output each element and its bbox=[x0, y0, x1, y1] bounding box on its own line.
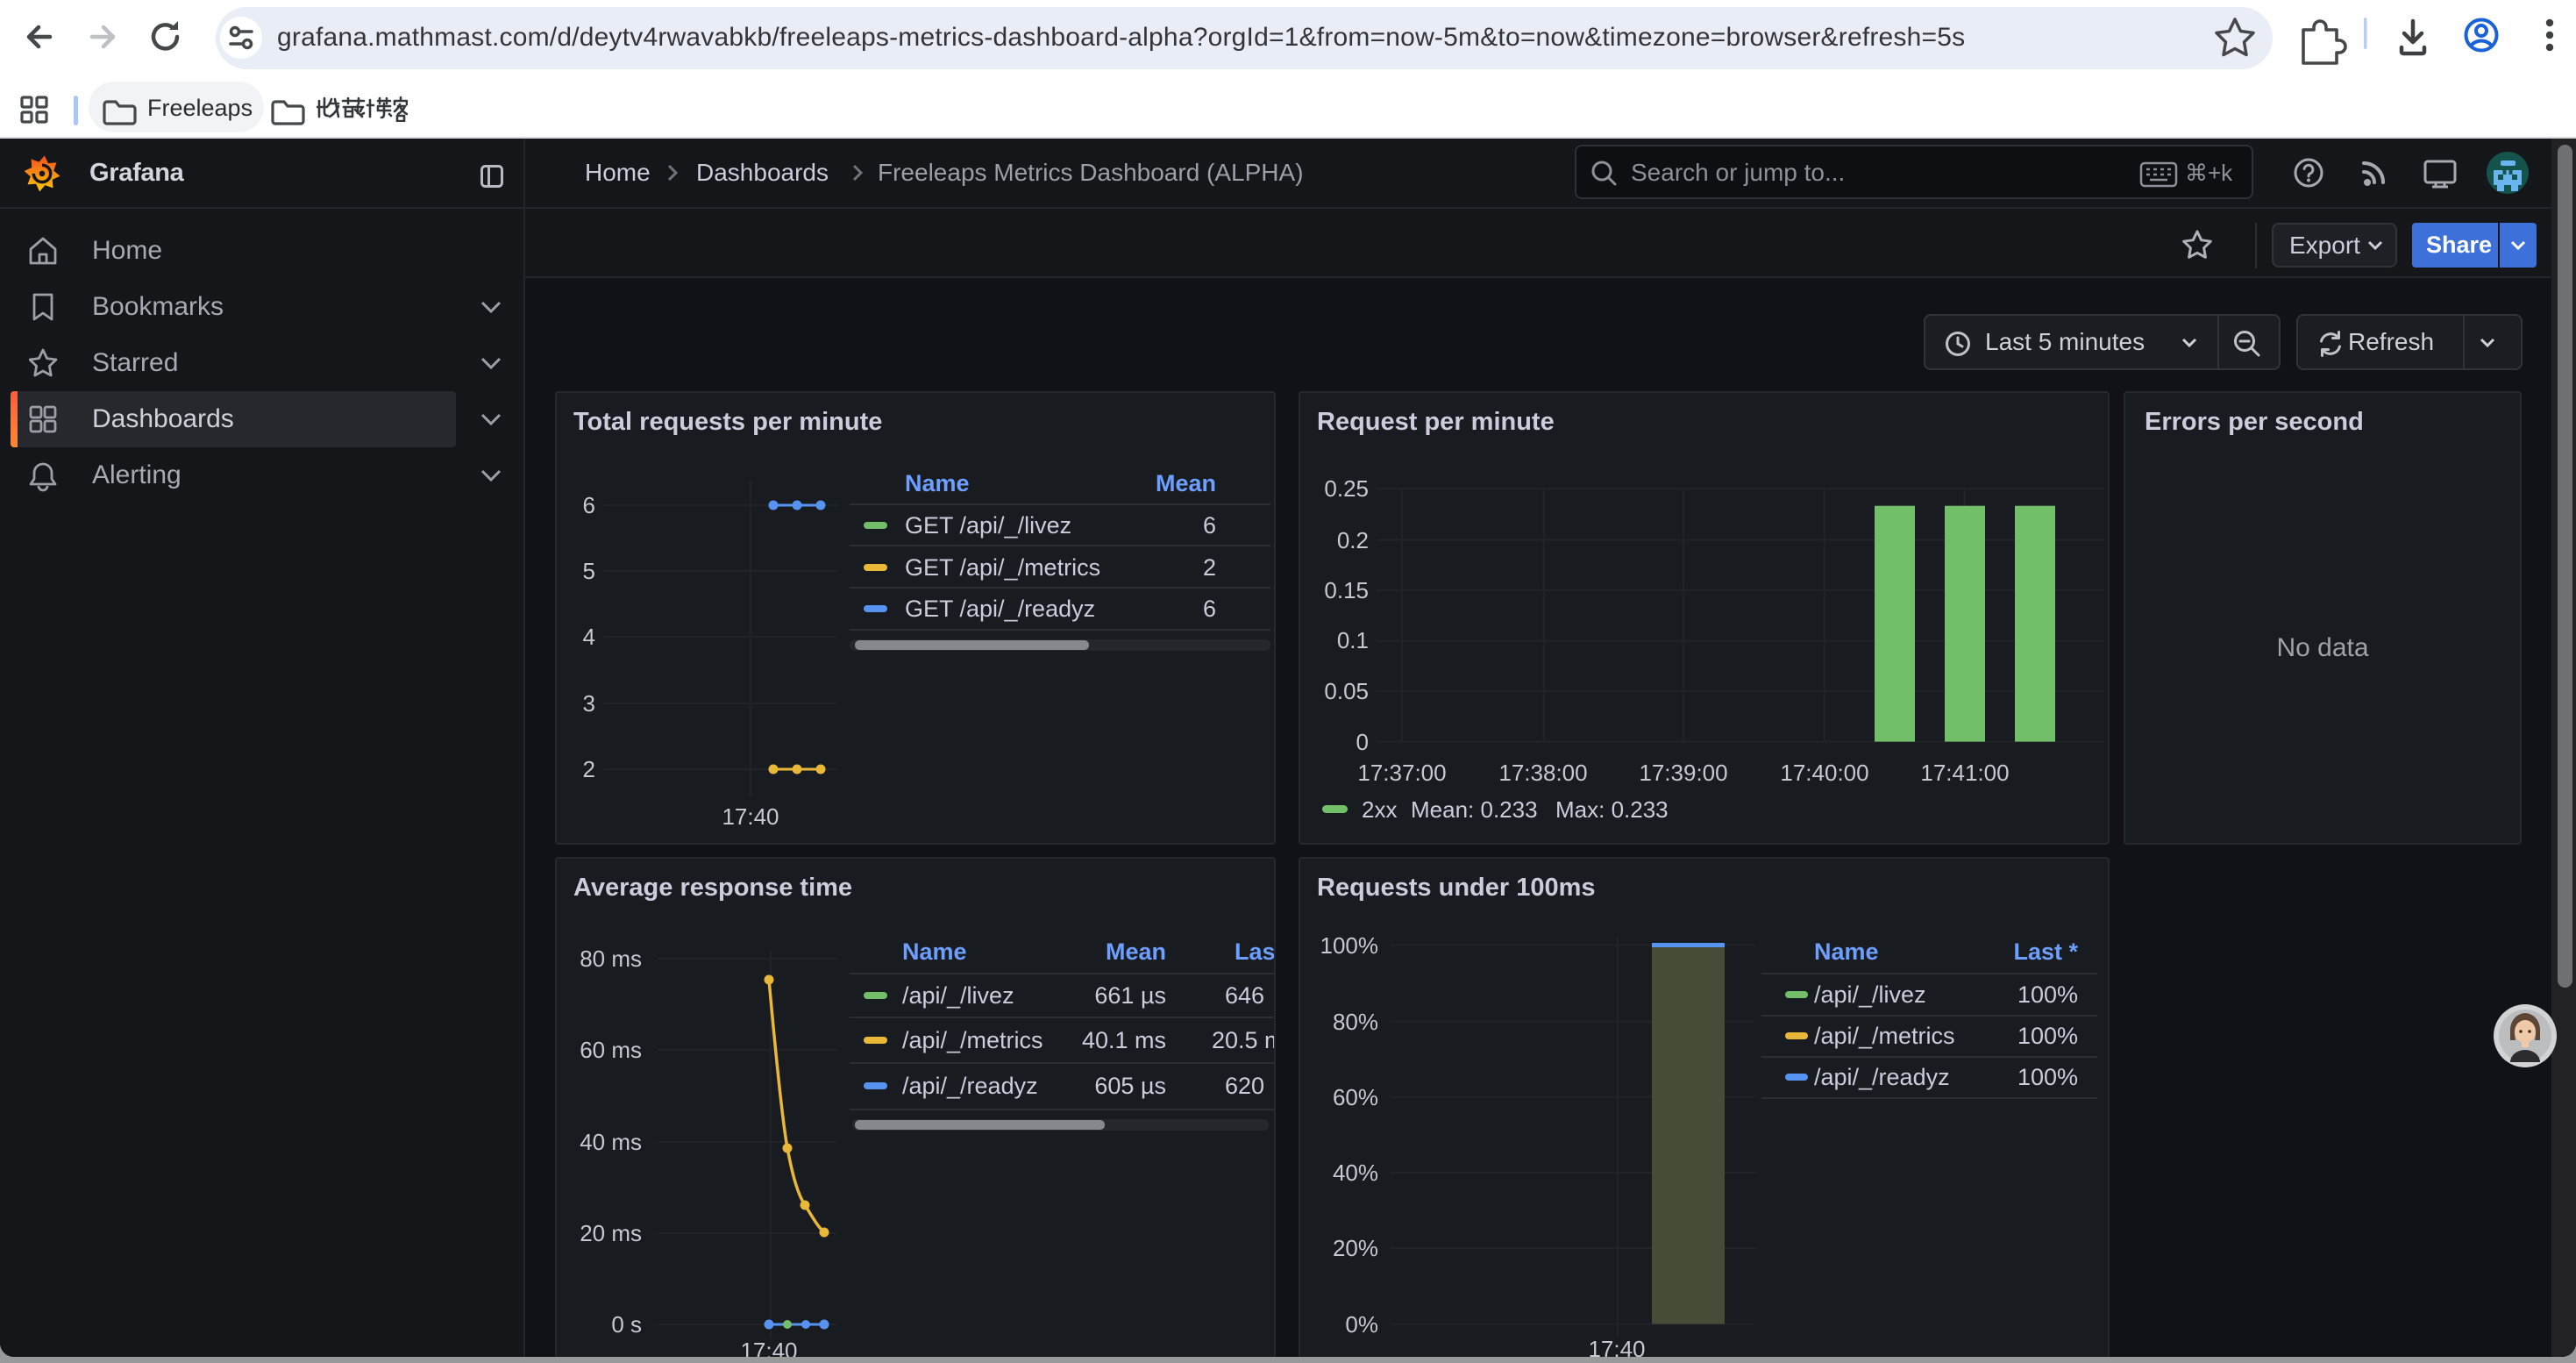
svg-text:0.1: 0.1 bbox=[1337, 627, 1369, 653]
svg-text:17:41:00: 17:41:00 bbox=[1920, 760, 2009, 786]
svg-text:60 ms: 60 ms bbox=[580, 1037, 642, 1063]
svg-text:Mean: Mean bbox=[1156, 470, 1216, 496]
svg-text:Average response time: Average response time bbox=[573, 874, 852, 902]
svg-text:6: 6 bbox=[1203, 596, 1216, 622]
svg-text:GET /api/_/metrics: GET /api/_/metrics bbox=[905, 554, 1100, 581]
svg-text:17:40: 17:40 bbox=[740, 1338, 797, 1357]
svg-text:80%: 80% bbox=[1333, 1009, 1378, 1035]
svg-text:3: 3 bbox=[583, 690, 595, 717]
svg-text:Last *: Last * bbox=[2013, 938, 2078, 965]
svg-text:5: 5 bbox=[583, 558, 595, 584]
svg-text:Request per minute: Request per minute bbox=[1317, 408, 1555, 436]
svg-text:100%: 100% bbox=[2017, 1064, 2078, 1090]
svg-text:Total requests per minute: Total requests per minute bbox=[573, 408, 882, 436]
svg-text:Mean: Mean bbox=[1106, 938, 1166, 965]
svg-text:2xx: 2xx bbox=[1362, 796, 1397, 823]
svg-text:6: 6 bbox=[583, 492, 595, 518]
svg-text:17:40: 17:40 bbox=[1588, 1336, 1645, 1357]
svg-text:40.1 ms: 40.1 ms bbox=[1082, 1027, 1166, 1053]
svg-text:60%: 60% bbox=[1333, 1084, 1378, 1110]
svg-text:620: 620 bbox=[1225, 1073, 1264, 1099]
svg-text:2: 2 bbox=[1203, 554, 1216, 581]
svg-text:17:40: 17:40 bbox=[722, 803, 779, 830]
svg-text:Requests under 100ms: Requests under 100ms bbox=[1317, 874, 1596, 902]
svg-text:0 s: 0 s bbox=[611, 1311, 642, 1338]
svg-text:17:40:00: 17:40:00 bbox=[1780, 760, 1868, 786]
svg-text:20 ms: 20 ms bbox=[580, 1220, 642, 1246]
svg-text:4: 4 bbox=[583, 624, 595, 650]
svg-text:0.2: 0.2 bbox=[1337, 527, 1369, 553]
svg-text:6: 6 bbox=[1203, 512, 1216, 539]
svg-text:/api/_/metrics: /api/_/metrics bbox=[902, 1027, 1043, 1053]
svg-text:661 µs: 661 µs bbox=[1094, 982, 1166, 1009]
svg-text:/api/_/readyz: /api/_/readyz bbox=[1814, 1064, 1950, 1090]
svg-text:/api/_/metrics: /api/_/metrics bbox=[1814, 1023, 1955, 1049]
svg-text:0: 0 bbox=[1356, 729, 1369, 755]
svg-text:40%: 40% bbox=[1333, 1160, 1378, 1186]
svg-text:Max: 0.233: Max: 0.233 bbox=[1555, 796, 1669, 823]
svg-text:80 ms: 80 ms bbox=[580, 946, 642, 972]
svg-text:605 µs: 605 µs bbox=[1094, 1073, 1166, 1099]
svg-text:/api/_/livez: /api/_/livez bbox=[902, 982, 1014, 1009]
svg-text:20%: 20% bbox=[1333, 1235, 1378, 1261]
svg-text:Last *: Last * bbox=[1235, 938, 1274, 965]
svg-text:Name: Name bbox=[1814, 938, 1879, 965]
svg-text:No data: No data bbox=[2276, 633, 2368, 662]
svg-text:0.05: 0.05 bbox=[1324, 678, 1369, 704]
svg-text:/api/_/readyz: /api/_/readyz bbox=[902, 1073, 1038, 1099]
svg-text:Name: Name bbox=[905, 470, 970, 496]
svg-text:/api/_/livez: /api/_/livez bbox=[1814, 981, 1926, 1008]
svg-text:17:37:00: 17:37:00 bbox=[1357, 760, 1446, 786]
svg-text:17:38:00: 17:38:00 bbox=[1498, 760, 1587, 786]
svg-text:Mean: 0.233: Mean: 0.233 bbox=[1411, 796, 1538, 823]
svg-text:Errors per second: Errors per second bbox=[2145, 408, 2364, 436]
svg-text:100%: 100% bbox=[1320, 932, 1379, 959]
svg-text:646: 646 bbox=[1225, 982, 1264, 1009]
svg-text:2: 2 bbox=[583, 756, 595, 782]
svg-text:100%: 100% bbox=[2017, 981, 2078, 1008]
svg-text:20.5 m: 20.5 m bbox=[1212, 1027, 1274, 1053]
svg-text:100%: 100% bbox=[2017, 1023, 2078, 1049]
svg-text:0%: 0% bbox=[1345, 1311, 1378, 1338]
svg-text:17:39:00: 17:39:00 bbox=[1639, 760, 1727, 786]
svg-text:0.15: 0.15 bbox=[1324, 577, 1369, 603]
svg-text:40 ms: 40 ms bbox=[580, 1129, 642, 1155]
svg-text:Name: Name bbox=[902, 938, 967, 965]
svg-text:GET /api/_/livez: GET /api/_/livez bbox=[905, 512, 1071, 539]
svg-text:GET /api/_/readyz: GET /api/_/readyz bbox=[905, 596, 1095, 622]
svg-text:0.25: 0.25 bbox=[1324, 475, 1369, 502]
